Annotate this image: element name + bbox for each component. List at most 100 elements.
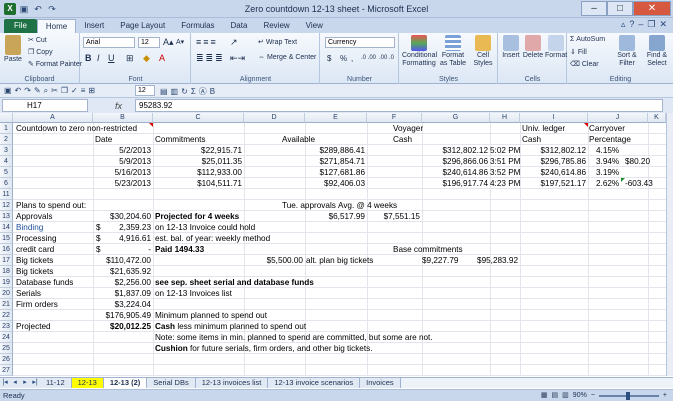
row-header-22[interactable]: 22 <box>0 310 13 321</box>
cell-b3[interactable]: 5/2/2013 <box>93 145 151 156</box>
column-header-h[interactable]: H <box>490 113 520 123</box>
cell-c5[interactable]: $112,933.00 <box>153 167 242 178</box>
cell-i3[interactable]: $312,802.12 <box>520 145 586 156</box>
worksheet-grid[interactable]: A B C D E F G H I J K Countdown to zero … <box>0 113 666 376</box>
cell-a16[interactable]: credit card <box>16 244 54 255</box>
column-header-i[interactable]: I <box>520 113 588 123</box>
cell-e13[interactable]: $6,517.99 <box>305 211 365 222</box>
zoom-level[interactable]: 90% <box>573 390 587 401</box>
tab-page-layout[interactable]: Page Layout <box>112 19 173 33</box>
decrease-decimal-button[interactable]: .00 .0 <box>379 55 394 61</box>
cell-e6[interactable]: $92,406.03 <box>305 178 365 189</box>
cell-g6[interactable]: $196,917.74 <box>422 178 488 189</box>
cell-c2[interactable]: Commitments <box>155 134 206 145</box>
cell-g3[interactable]: $312,802.12 <box>422 145 488 156</box>
cell-a13[interactable]: Approvals <box>16 211 52 222</box>
column-header-k[interactable]: K <box>648 113 666 123</box>
cell-b4[interactable]: 5/9/2013 <box>93 156 151 167</box>
accounting-format-button[interactable]: $ <box>327 54 331 63</box>
cell-j4[interactable]: 3.94% <box>596 156 619 167</box>
sheet-tab-invoices-list[interactable]: 12-13 invoices list <box>195 378 269 388</box>
formula-input[interactable]: 95283.92 <box>135 99 663 112</box>
row-header-14[interactable]: 14 <box>0 222 13 233</box>
vertical-scrollbar[interactable] <box>666 113 673 376</box>
tab-formulas[interactable]: Formulas <box>173 19 222 33</box>
qat-font-size-combo[interactable]: 12 <box>135 85 155 96</box>
cell-b21[interactable]: $3,224.04 <box>93 299 151 310</box>
column-header-f[interactable]: F <box>367 113 422 123</box>
cell-g16[interactable]: Base commitments <box>393 244 463 255</box>
format-painter-button[interactable]: ✎ Format Painter <box>28 60 82 68</box>
tab-data[interactable]: Data <box>223 19 256 33</box>
cell-c24[interactable]: Note: some items in min. planned to spen… <box>155 332 433 343</box>
cell-b20[interactable]: $1,837.09 <box>93 288 151 299</box>
cell-i1[interactable]: Univ. ledger <box>522 123 565 134</box>
horizontal-scrollbar[interactable] <box>400 378 673 388</box>
cell-j1[interactable]: Carryover <box>589 123 625 134</box>
cell-c22[interactable]: Minimum planned to spend out <box>155 310 267 321</box>
cell-a20[interactable]: Serials <box>16 288 41 299</box>
cell-e3[interactable]: $289,886.41 <box>305 145 365 156</box>
column-header-j[interactable]: J <box>588 113 648 123</box>
merge-center-button[interactable]: ⇔ Merge & Center <box>258 54 316 61</box>
find-select-button[interactable]: Find & Select <box>643 35 671 68</box>
column-header-d[interactable]: D <box>244 113 305 123</box>
minimize-ribbon-icon[interactable]: ▵ <box>621 19 626 30</box>
cell-b13[interactable]: $30,204.60 <box>93 211 151 222</box>
last-sheet-icon[interactable]: ▸| <box>30 378 40 388</box>
sheet-tab-12-13[interactable]: 12-13 <box>71 378 104 388</box>
cell-a15[interactable]: Processing <box>16 233 57 244</box>
zoom-slider-knob[interactable] <box>625 391 630 400</box>
cell-styles-button[interactable]: Cell Styles <box>470 35 496 68</box>
cell-a19[interactable]: Database funds <box>16 277 73 288</box>
prev-sheet-icon[interactable]: ◂ <box>10 378 20 388</box>
row-header-19[interactable]: 19 <box>0 277 13 288</box>
grow-font-button[interactable]: A▴ <box>163 37 174 48</box>
italic-button[interactable]: I <box>97 53 100 63</box>
autosum-button[interactable]: Σ AutoSum <box>570 36 605 43</box>
sheet-tab-12-13-2[interactable]: 12-13 (2) <box>103 378 148 388</box>
cell-i5[interactable]: $240,614.86 <box>520 167 586 178</box>
tab-home[interactable]: Home <box>36 19 77 33</box>
sort-filter-button[interactable]: Sort & Filter <box>614 35 640 68</box>
cell-a23[interactable]: Projected <box>16 321 51 332</box>
clear-button[interactable]: ⌫ Clear <box>570 60 599 68</box>
cell-i2[interactable]: Cash <box>522 134 541 145</box>
row-header-12[interactable]: 12 <box>0 200 13 211</box>
sheet-tab-invoice-scenarios[interactable]: 12-13 invoice scenarios <box>268 378 361 388</box>
workbook-close-icon[interactable]: ✕ <box>659 19 667 30</box>
row-header-26[interactable]: 26 <box>0 354 13 365</box>
row-header-23[interactable]: 23 <box>0 321 13 332</box>
orientation-icon[interactable]: ↗ <box>230 37 238 48</box>
tab-insert[interactable]: Insert <box>76 19 112 33</box>
next-sheet-icon[interactable]: ▸ <box>20 378 30 388</box>
column-header-e[interactable]: E <box>305 113 367 123</box>
row-header-15[interactable]: 15 <box>0 233 13 244</box>
underline-button[interactable]: U <box>108 53 115 63</box>
first-sheet-icon[interactable]: |◂ <box>0 378 10 388</box>
cell-b17[interactable]: $110,472.00 <box>93 255 151 266</box>
sheet-tab-11-12[interactable]: 11-12 <box>40 378 72 388</box>
row-header-16[interactable]: 16 <box>0 244 13 255</box>
cell-h6[interactable]: 4:23 PM <box>490 178 521 189</box>
vertical-align-icons[interactable]: ≡≡≡ <box>196 37 218 47</box>
cell-f12[interactable]: Avg. @ 4 weeks <box>338 200 397 211</box>
cell-j5[interactable]: 3.19% <box>596 167 619 178</box>
row-header-4[interactable]: 4 <box>0 156 13 167</box>
cell-h5[interactable]: 3:52 PM <box>490 167 521 178</box>
row-header-11[interactable]: 11 <box>0 189 13 200</box>
borders-icon[interactable]: ⊞ <box>126 53 134 64</box>
row-header-25[interactable]: 25 <box>0 343 13 354</box>
fill-color-icon[interactable]: ◆ <box>143 53 150 64</box>
cell-c23[interactable]: Cash less minimum planned to spend out <box>155 321 306 332</box>
cell-b22[interactable]: $176,905.49 <box>80 310 151 321</box>
quick-access-icons[interactable]: ▣↶↷✎⌕✂❐✓≡⊞ <box>4 86 98 96</box>
sheet-tab-serial-dbs[interactable]: Serial DBs <box>147 378 196 388</box>
insert-cells-button[interactable]: Insert <box>501 35 521 60</box>
help-icon[interactable]: ? <box>629 19 634 30</box>
tab-file[interactable]: File <box>4 19 37 33</box>
cell-b19[interactable]: $2,256.00 <box>93 277 151 288</box>
cell-c16[interactable]: Paid 1494.33 <box>155 244 204 255</box>
error-indicator[interactable] <box>621 178 625 182</box>
cell-j3[interactable]: 4.15% <box>596 145 619 156</box>
